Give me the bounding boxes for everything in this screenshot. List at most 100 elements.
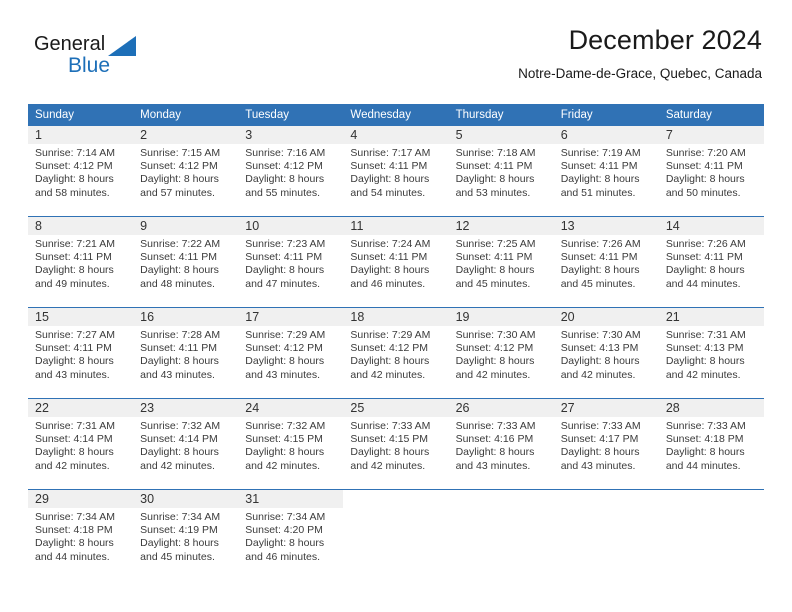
- calendar-cell: 18 Sunrise: 7:29 AM Sunset: 4:12 PM Dayligh…: [343, 307, 449, 399]
- general-blue-logo[interactable]: General Blue: [34, 30, 174, 82]
- day-cell[interactable]: 17 Sunrise: 7:29 AM Sunset: 4:12 PM Dayligh…: [238, 308, 344, 398]
- day-cell[interactable]: 28 Sunrise: 7:33 AM Sunset: 4:18 PM Dayligh…: [658, 399, 764, 489]
- sunrise-time: Sunrise: 7:34 AM: [35, 511, 115, 523]
- day-cell[interactable]: 23 Sunrise: 7:32 AM Sunset: 4:14 PM Dayligh…: [133, 399, 239, 489]
- daylight-duration-line1: Daylight: 8 hours: [560, 173, 640, 186]
- weekday-header-tuesday: Tuesday: [238, 104, 344, 126]
- day-number: [449, 490, 554, 508]
- sunrise-time: Sunrise: 7:23 AM: [245, 238, 326, 250]
- daylight-duration-line2: and 47 minutes.: [245, 277, 320, 290]
- calendar-cell: [343, 489, 449, 580]
- day-details: Sunrise: 7:30 AM Sunset: 4:12 PM Daylight:…: [449, 326, 554, 382]
- day-cell[interactable]: 3 Sunrise: 7:16 AM Sunset: 4:12 PM Daylight…: [238, 126, 344, 216]
- day-details: Sunrise: 7:33 AM Sunset: 4:17 PM Daylight:…: [554, 417, 659, 473]
- calendar-cell: 25 Sunrise: 7:33 AM Sunset: 4:15 PM Dayligh…: [343, 398, 449, 490]
- daylight-duration-line1: Daylight: 8 hours: [455, 355, 535, 368]
- weekday-header-saturday: Saturday: [658, 104, 764, 126]
- day-cell[interactable]: 21 Sunrise: 7:31 AM Sunset: 4:13 PM Dayligh…: [658, 308, 764, 398]
- day-cell[interactable]: 25 Sunrise: 7:33 AM Sunset: 4:15 PM Dayligh…: [343, 399, 449, 489]
- day-cell[interactable]: 1 Sunrise: 7:14 AM Sunset: 4:12 PM Daylight…: [28, 126, 134, 216]
- sunrise-time: Sunrise: 7:31 AM: [35, 420, 115, 432]
- sunset-time: Sunset: 4:11 PM: [245, 251, 323, 264]
- day-number: 16: [133, 308, 239, 326]
- day-number: 2: [133, 126, 239, 144]
- day-cell[interactable]: 22 Sunrise: 7:31 AM Sunset: 4:14 PM Dayligh…: [28, 399, 134, 489]
- calendar-cell: 9 Sunrise: 7:22 AM Sunset: 4:11 PM Daylight…: [133, 216, 239, 308]
- daylight-duration-line2: and 44 minutes.: [35, 550, 110, 563]
- day-cell[interactable]: 15 Sunrise: 7:27 AM Sunset: 4:11 PM Dayligh…: [28, 308, 134, 398]
- day-cell[interactable]: 11 Sunrise: 7:24 AM Sunset: 4:11 PM Dayligh…: [343, 217, 449, 307]
- day-cell[interactable]: 24 Sunrise: 7:32 AM Sunset: 4:15 PM Dayligh…: [238, 399, 344, 489]
- calendar-cell: 3 Sunrise: 7:16 AM Sunset: 4:12 PM Daylight…: [238, 126, 344, 217]
- sunrise-time: Sunrise: 7:21 AM: [35, 238, 115, 250]
- day-details: Sunrise: 7:16 AM Sunset: 4:12 PM Daylight:…: [238, 144, 343, 200]
- daylight-duration-line1: Daylight: 8 hours: [35, 355, 114, 368]
- sunrise-time: Sunrise: 7:34 AM: [245, 511, 326, 523]
- day-cell[interactable]: 10 Sunrise: 7:23 AM Sunset: 4:11 PM Dayligh…: [238, 217, 344, 307]
- sunrise-time: Sunrise: 7:32 AM: [245, 420, 326, 432]
- day-cell[interactable]: 9 Sunrise: 7:22 AM Sunset: 4:11 PM Daylight…: [133, 217, 239, 307]
- sunrise-time: Sunrise: 7:15 AM: [140, 147, 221, 159]
- day-number: 22: [28, 399, 134, 417]
- day-cell[interactable]: 19 Sunrise: 7:30 AM Sunset: 4:12 PM Dayligh…: [448, 308, 554, 398]
- day-cell[interactable]: 2 Sunrise: 7:15 AM Sunset: 4:12 PM Daylight…: [133, 126, 239, 216]
- day-cell[interactable]: 4 Sunrise: 7:17 AM Sunset: 4:11 PM Daylight…: [343, 126, 449, 216]
- day-details: Sunrise: 7:14 AM Sunset: 4:12 PM Daylight:…: [28, 144, 133, 200]
- day-details: Sunrise: 7:32 AM Sunset: 4:14 PM Daylight:…: [133, 417, 238, 473]
- calendar-body: 1 Sunrise: 7:14 AM Sunset: 4:12 PM Daylight…: [28, 126, 764, 580]
- calendar-week-row: 1 Sunrise: 7:14 AM Sunset: 4:12 PM Daylight…: [28, 126, 764, 217]
- day-cell[interactable]: 16 Sunrise: 7:28 AM Sunset: 4:11 PM Dayligh…: [133, 308, 239, 398]
- daylight-duration-line2: and 44 minutes.: [665, 277, 741, 290]
- day-details: Sunrise: 7:34 AM Sunset: 4:20 PM Daylight:…: [238, 508, 343, 564]
- day-number: 10: [238, 217, 344, 235]
- daylight-duration-line1: Daylight: 8 hours: [245, 173, 325, 186]
- page-header: General Blue December 2024 Notre-Dame-de…: [28, 24, 764, 96]
- sunrise-time: Sunrise: 7:26 AM: [665, 238, 746, 250]
- sunrise-time: Sunrise: 7:33 AM: [665, 420, 746, 432]
- daylight-duration-line1: Daylight: 8 hours: [665, 355, 745, 368]
- day-cell-empty: [449, 490, 554, 580]
- sunset-time: Sunset: 4:15 PM: [350, 433, 429, 446]
- day-details: Sunrise: 7:29 AM Sunset: 4:12 PM Daylight:…: [238, 326, 343, 382]
- day-cell[interactable]: 30 Sunrise: 7:34 AM Sunset: 4:19 PM Dayligh…: [133, 490, 239, 580]
- sunset-time: Sunset: 4:11 PM: [665, 160, 743, 173]
- day-number: 3: [238, 126, 344, 144]
- day-cell[interactable]: 12 Sunrise: 7:25 AM Sunset: 4:11 PM Dayligh…: [448, 217, 554, 307]
- day-details: Sunrise: 7:34 AM Sunset: 4:19 PM Daylight:…: [133, 508, 238, 564]
- sunset-time: Sunset: 4:12 PM: [455, 342, 534, 355]
- weekday-header-row: Sunday Monday Tuesday Wednesday Thursday…: [28, 104, 764, 126]
- sunset-time: Sunset: 4:11 PM: [350, 160, 428, 173]
- day-details: Sunrise: 7:34 AM Sunset: 4:18 PM Daylight:…: [28, 508, 133, 564]
- day-cell[interactable]: 27 Sunrise: 7:33 AM Sunset: 4:17 PM Dayligh…: [553, 399, 659, 489]
- calendar-cell: 24 Sunrise: 7:32 AM Sunset: 4:15 PM Dayligh…: [238, 398, 344, 490]
- day-cell[interactable]: 29 Sunrise: 7:34 AM Sunset: 4:18 PM Dayligh…: [28, 490, 134, 580]
- day-cell[interactable]: 18 Sunrise: 7:29 AM Sunset: 4:12 PM Dayligh…: [343, 308, 449, 398]
- sunset-time: Sunset: 4:11 PM: [350, 251, 428, 264]
- sunset-time: Sunset: 4:11 PM: [455, 251, 533, 264]
- sunset-time: Sunset: 4:11 PM: [35, 251, 112, 264]
- daylight-duration-line1: Daylight: 8 hours: [245, 355, 325, 368]
- day-cell[interactable]: 6 Sunrise: 7:19 AM Sunset: 4:11 PM Daylight…: [553, 126, 659, 216]
- day-number: 27: [553, 399, 659, 417]
- daylight-duration-line1: Daylight: 8 hours: [140, 264, 219, 277]
- sunset-time: Sunset: 4:11 PM: [560, 160, 638, 173]
- calendar-cell: 29 Sunrise: 7:34 AM Sunset: 4:18 PM Dayligh…: [28, 489, 134, 580]
- day-cell[interactable]: 7 Sunrise: 7:20 AM Sunset: 4:11 PM Daylight…: [658, 126, 764, 216]
- day-cell[interactable]: 14 Sunrise: 7:26 AM Sunset: 4:11 PM Dayligh…: [658, 217, 764, 307]
- daylight-duration-line1: Daylight: 8 hours: [455, 446, 535, 459]
- calendar-cell: 28 Sunrise: 7:33 AM Sunset: 4:18 PM Dayligh…: [658, 398, 764, 490]
- day-cell[interactable]: 8 Sunrise: 7:21 AM Sunset: 4:11 PM Daylight…: [28, 217, 134, 307]
- calendar-cell: 30 Sunrise: 7:34 AM Sunset: 4:19 PM Dayligh…: [133, 489, 239, 580]
- day-cell[interactable]: 13 Sunrise: 7:26 AM Sunset: 4:11 PM Dayligh…: [553, 217, 659, 307]
- daylight-duration-line2: and 58 minutes.: [35, 186, 110, 199]
- day-cell[interactable]: 31 Sunrise: 7:34 AM Sunset: 4:20 PM Dayligh…: [238, 490, 344, 580]
- calendar-cell: 22 Sunrise: 7:31 AM Sunset: 4:14 PM Dayligh…: [28, 398, 134, 490]
- day-cell[interactable]: 20 Sunrise: 7:30 AM Sunset: 4:13 PM Dayligh…: [553, 308, 659, 398]
- daylight-duration-line2: and 42 minutes.: [140, 459, 215, 472]
- sunrise-time: Sunrise: 7:27 AM: [35, 329, 115, 341]
- sunrise-time: Sunrise: 7:29 AM: [245, 329, 326, 341]
- sunrise-time: Sunrise: 7:22 AM: [140, 238, 221, 250]
- sunrise-time: Sunrise: 7:26 AM: [560, 238, 641, 250]
- day-cell[interactable]: 26 Sunrise: 7:33 AM Sunset: 4:16 PM Dayligh…: [448, 399, 554, 489]
- day-cell[interactable]: 5 Sunrise: 7:18 AM Sunset: 4:11 PM Daylight…: [448, 126, 554, 216]
